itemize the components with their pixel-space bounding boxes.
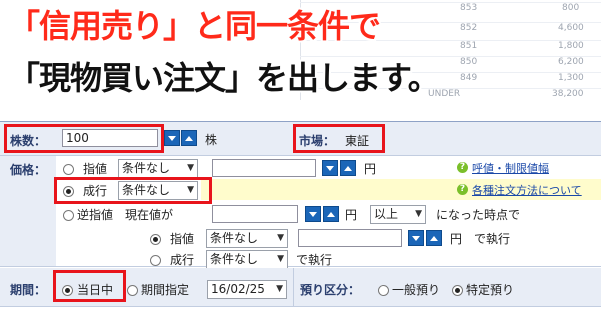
- custody-specific-radio[interactable]: [452, 285, 463, 296]
- limit-price-unit: 円: [364, 162, 377, 176]
- period-label: 期間：: [10, 283, 47, 297]
- period-divider: [293, 268, 294, 306]
- chevron-down-icon: ▼: [277, 254, 284, 264]
- stop-trigger-up-button[interactable]: [323, 206, 339, 222]
- period-specify-label: 期間指定: [141, 283, 190, 297]
- triangle-down-icon: [309, 212, 317, 217]
- triangle-up-icon: [344, 166, 352, 171]
- stop-limit-price-input[interactable]: [298, 229, 402, 247]
- stop-trigger-down-button[interactable]: [305, 206, 321, 222]
- chevron-down-icon: ▼: [277, 233, 284, 243]
- quantity-down-button[interactable]: [164, 130, 180, 146]
- market-order-highlight: [54, 177, 212, 204]
- stop-limit-unit: 円: [450, 232, 463, 246]
- limit-condition-select[interactable]: 条件なし ▼: [118, 159, 198, 178]
- price-label: 価格：: [10, 163, 47, 177]
- stop-limit-label: 指値: [170, 232, 195, 246]
- limit-price-down-button[interactable]: [322, 160, 338, 176]
- stop-market-condition-select[interactable]: 条件なし ▼: [206, 250, 288, 269]
- stop-prefix-text: 現在値が: [125, 208, 174, 222]
- stop-trigger-input[interactable]: [212, 205, 298, 223]
- order-types-link[interactable]: 各種注文方法について: [472, 182, 582, 198]
- price-stop-radio[interactable]: [63, 210, 74, 221]
- period-today-highlight: [53, 270, 126, 302]
- stop-limit-suffix: で執行: [474, 232, 511, 246]
- limit-price-input[interactable]: [212, 159, 316, 177]
- custody-general-label: 一般預り: [392, 283, 441, 297]
- stop-trigger-unit: 円: [345, 208, 358, 222]
- custody-label: 預り区分：: [300, 283, 361, 297]
- chevron-down-icon: ▼: [415, 209, 422, 219]
- stop-suffix-text: になった時点で: [436, 208, 521, 222]
- quantity-unit: 株: [205, 133, 218, 147]
- custody-general-radio[interactable]: [378, 285, 389, 296]
- stop-market-radio[interactable]: [150, 255, 161, 266]
- triangle-down-icon: [412, 236, 420, 241]
- triangle-up-icon: [185, 136, 193, 141]
- triangle-up-icon: [327, 212, 335, 217]
- price-limit-range-link[interactable]: 呼値・制限値幅: [472, 160, 549, 176]
- stop-limit-radio[interactable]: [150, 234, 161, 245]
- period-specify-radio[interactable]: [127, 285, 138, 296]
- question-circle-icon: ?: [457, 184, 468, 195]
- question-circle-icon: ?: [457, 162, 468, 173]
- stop-market-label: 成行: [170, 253, 195, 267]
- headline-line1: 「信用売り」と同一条件で: [8, 7, 381, 45]
- triangle-down-icon: [168, 136, 176, 141]
- stop-limit-down-button[interactable]: [408, 230, 424, 246]
- custody-specific-label: 特定預り: [466, 283, 515, 297]
- stop-limit-condition-select[interactable]: 条件なし ▼: [206, 229, 288, 248]
- price-stop-label: 逆指値: [77, 208, 114, 222]
- price-limit-radio[interactable]: [63, 164, 74, 175]
- quantity-up-button[interactable]: [181, 130, 197, 146]
- triangle-down-icon: [326, 166, 334, 171]
- quantity-highlight: [4, 124, 164, 153]
- chevron-down-icon: ▼: [276, 284, 283, 294]
- stop-market-suffix: で執行: [296, 253, 333, 267]
- market-highlight: [293, 124, 385, 153]
- stop-direction-select[interactable]: 以上 ▼: [370, 205, 426, 224]
- triangle-up-icon: [430, 236, 438, 241]
- price-limit-label: 指値: [83, 162, 108, 176]
- headline-line2: 「現物買い注文」を出します。: [8, 59, 440, 97]
- limit-price-up-button[interactable]: [340, 160, 356, 176]
- stop-limit-up-button[interactable]: [426, 230, 442, 246]
- period-date-select[interactable]: 16/02/25 ▼: [207, 280, 287, 299]
- chevron-down-icon: ▼: [187, 163, 194, 173]
